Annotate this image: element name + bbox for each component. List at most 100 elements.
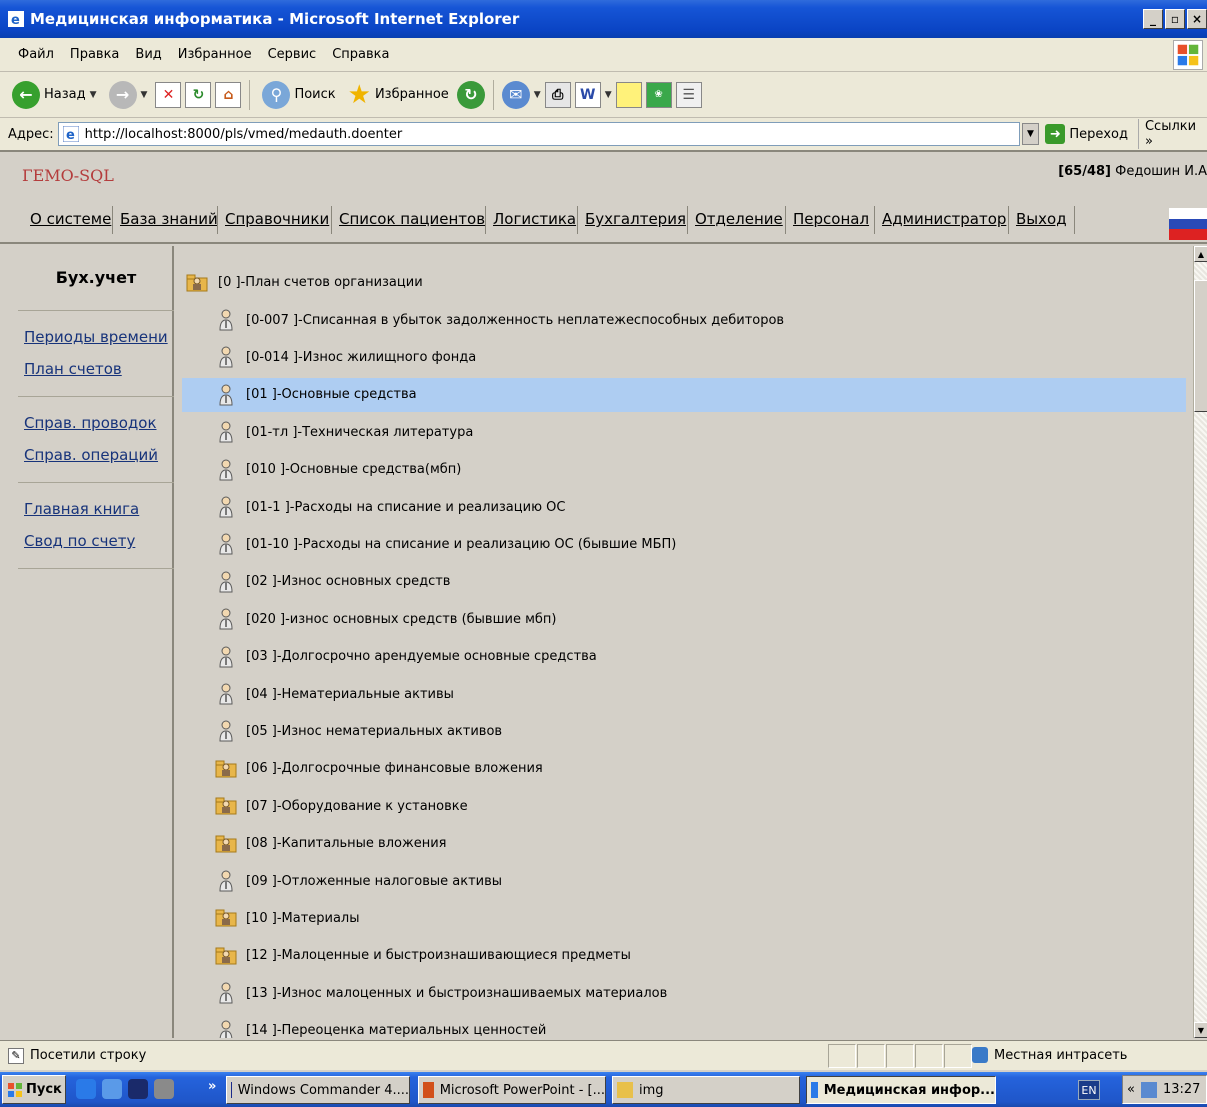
word-edit-icon[interactable]: W [574, 81, 601, 108]
tree-item[interactable]: [01 ]-Основные средства [182, 377, 1186, 412]
tree-item[interactable]: [12 ]-Малоценные и быстроизнашивающиеся … [182, 939, 1186, 973]
nav-department[interactable]: Отделение [695, 210, 783, 228]
sidebar-title: Бух.учет [55, 268, 137, 287]
tree-item[interactable]: [020 ]-износ основных средств (бывшие мб… [182, 602, 1186, 636]
window-title: Медицинская информатика - Microsoft Inte… [30, 10, 520, 28]
tree-item[interactable]: [09 ]-Отложенные налоговые активы [182, 864, 1186, 898]
tree-item[interactable]: [10 ]-Материалы [182, 901, 1186, 935]
research-icon[interactable]: ☰ [675, 81, 702, 108]
person-icon [218, 571, 234, 593]
nav-staff[interactable]: Персонал [793, 210, 869, 228]
vertical-scrollbar[interactable]: ▲ ▼ [1193, 246, 1207, 1038]
chevron-down-icon[interactable]: ▼ [534, 90, 541, 100]
scroll-down-icon[interactable]: ▼ [1194, 1022, 1207, 1038]
menu-tools[interactable]: Сервис [260, 47, 325, 62]
back-button[interactable]: ← Назад ▼ [8, 79, 101, 111]
settings-quicklaunch-icon[interactable] [154, 1079, 174, 1099]
tree-item[interactable]: [03 ]-Долгосрочно арендуемые основные ср… [182, 640, 1186, 674]
task-windows-commander[interactable]: Windows Commander 4.... [226, 1076, 410, 1104]
icq-icon[interactable]: ❀ [645, 81, 672, 108]
print-icon[interactable]: ⎙ [544, 81, 571, 108]
nav-logout[interactable]: Выход [1016, 210, 1067, 228]
chevron-down-icon[interactable]: ▼ [90, 90, 97, 100]
menu-favorites[interactable]: Избранное [170, 47, 260, 62]
tree-item[interactable]: [01-10 ]-Расходы на списание и реализаци… [182, 527, 1186, 561]
sidebar-link-periods[interactable]: Периоды времени [24, 328, 168, 346]
tree-item[interactable]: [07 ]-Оборудование к установке [182, 789, 1186, 823]
tree-item[interactable]: [05 ]-Износ нематериальных активов [182, 714, 1186, 748]
tree-item[interactable]: [01-1 ]-Расходы на списание и реализацию… [182, 490, 1186, 524]
close-button[interactable]: × [1187, 9, 1207, 29]
nav-directories[interactable]: Справочники [225, 210, 329, 228]
nav-patients[interactable]: Список пациентов [339, 210, 485, 228]
nav-about[interactable]: О системе [30, 210, 111, 228]
star-icon: ★ [347, 79, 371, 110]
russian-flag-icon[interactable] [1169, 208, 1207, 240]
task-ie-active[interactable]: Медицинская инфор... [806, 1076, 996, 1104]
nav-accounting[interactable]: Бухгалтерия [585, 210, 686, 228]
sidebar-link-postings[interactable]: Справ. проводок [24, 414, 157, 432]
favorites-button[interactable]: ★ Избранное [344, 78, 453, 112]
tree-item[interactable]: [0-014 ]-Износ жилищного фонда [182, 340, 1186, 374]
links-button[interactable]: Ссылки » [1137, 119, 1207, 149]
clock[interactable]: 13:27 [1163, 1082, 1200, 1097]
nav-separator [485, 206, 486, 234]
search-button[interactable]: ⚲ Поиск [258, 79, 339, 111]
scroll-up-icon[interactable]: ▲ [1194, 246, 1207, 262]
sidebar-link-chart-of-accounts[interactable]: План счетов [24, 360, 122, 378]
language-indicator[interactable]: EN [1078, 1080, 1100, 1100]
svg-text:e: e [11, 13, 20, 27]
quicklaunch-chevron-icon[interactable]: » [208, 1079, 216, 1094]
chevron-down-icon[interactable]: ▼ [1021, 123, 1040, 145]
chevron-down-icon[interactable]: ▼ [141, 90, 148, 100]
go-button[interactable]: ➜ Переход [1045, 124, 1128, 144]
network-icon[interactable] [1140, 1081, 1157, 1098]
person-icon [218, 533, 234, 555]
menu-edit[interactable]: Правка [62, 47, 127, 62]
tree-item[interactable]: [010 ]-Основные средства(мбп) [182, 453, 1186, 487]
tree-root[interactable]: [0 ]-План счетов организации [186, 272, 423, 292]
home-icon[interactable]: ⌂ [215, 81, 242, 108]
menu-help[interactable]: Справка [324, 47, 397, 62]
menu-file[interactable]: Файл [10, 47, 62, 62]
sidebar-link-general-ledger[interactable]: Главная книга [24, 500, 139, 518]
sidebar-link-operations[interactable]: Справ. операций [24, 446, 158, 464]
scroll-thumb[interactable] [1194, 280, 1207, 412]
forward-button[interactable]: → ▼ [105, 79, 152, 111]
tree-item-label: [09 ]-Отложенные налоговые активы [246, 873, 503, 889]
tree-item[interactable]: [02 ]-Износ основных средств [182, 565, 1186, 599]
tray-expand-icon[interactable]: « [1127, 1082, 1135, 1097]
stop-icon[interactable]: ✕ [155, 81, 182, 108]
nav-admin[interactable]: Администратор [882, 210, 1006, 228]
group-folder-icon [215, 758, 237, 780]
nav-knowledge-base[interactable]: База знаний [120, 210, 218, 228]
minimize-button[interactable]: _ [1143, 9, 1163, 29]
task-powerpoint[interactable]: Microsoft PowerPoint - [... [418, 1076, 606, 1104]
menu-view[interactable]: Вид [127, 47, 169, 62]
note-icon[interactable] [615, 81, 642, 108]
tree-item[interactable]: [13 ]-Износ малоценных и быстроизнашивае… [182, 976, 1186, 1010]
tree-item[interactable]: [14 ]-Переоценка материальных ценностей [182, 1014, 1186, 1038]
tree-item[interactable]: [01-тл ]-Техническая литература [182, 415, 1186, 449]
tree-item[interactable]: [04 ]-Нематериальные активы [182, 677, 1186, 711]
nav-logistics[interactable]: Логистика [493, 210, 576, 228]
mail-icon[interactable]: ✉ [501, 80, 530, 109]
browser-quicklaunch-icon[interactable] [102, 1079, 122, 1099]
history-icon[interactable]: ↻ [456, 80, 485, 109]
ie-quicklaunch-icon[interactable] [76, 1079, 96, 1099]
ie-icon [811, 1082, 818, 1098]
tree-item[interactable]: [06 ]-Долгосрочные финансовые вложения [182, 752, 1186, 786]
save-quicklaunch-icon[interactable] [128, 1079, 148, 1099]
person-icon [218, 683, 234, 705]
window-title-bar[interactable]: e Медицинская информатика - Microsoft In… [0, 0, 1207, 38]
start-button[interactable]: Пуск [2, 1075, 66, 1104]
chevron-down-icon[interactable]: ▼ [605, 90, 612, 100]
search-label: Поиск [294, 87, 336, 102]
refresh-icon[interactable]: ↻ [185, 81, 212, 108]
sidebar-link-account-summary[interactable]: Свод по счету [24, 532, 135, 550]
tree-item[interactable]: [0-007 ]-Списанная в убыток задолженност… [182, 303, 1186, 337]
task-img-folder[interactable]: img [612, 1076, 800, 1104]
address-input[interactable]: e http://localhost:8000/pls/vmed/medauth… [57, 122, 1020, 146]
tree-item[interactable]: [08 ]-Капитальные вложения [182, 827, 1186, 861]
restore-button[interactable]: ▫ [1165, 9, 1185, 29]
